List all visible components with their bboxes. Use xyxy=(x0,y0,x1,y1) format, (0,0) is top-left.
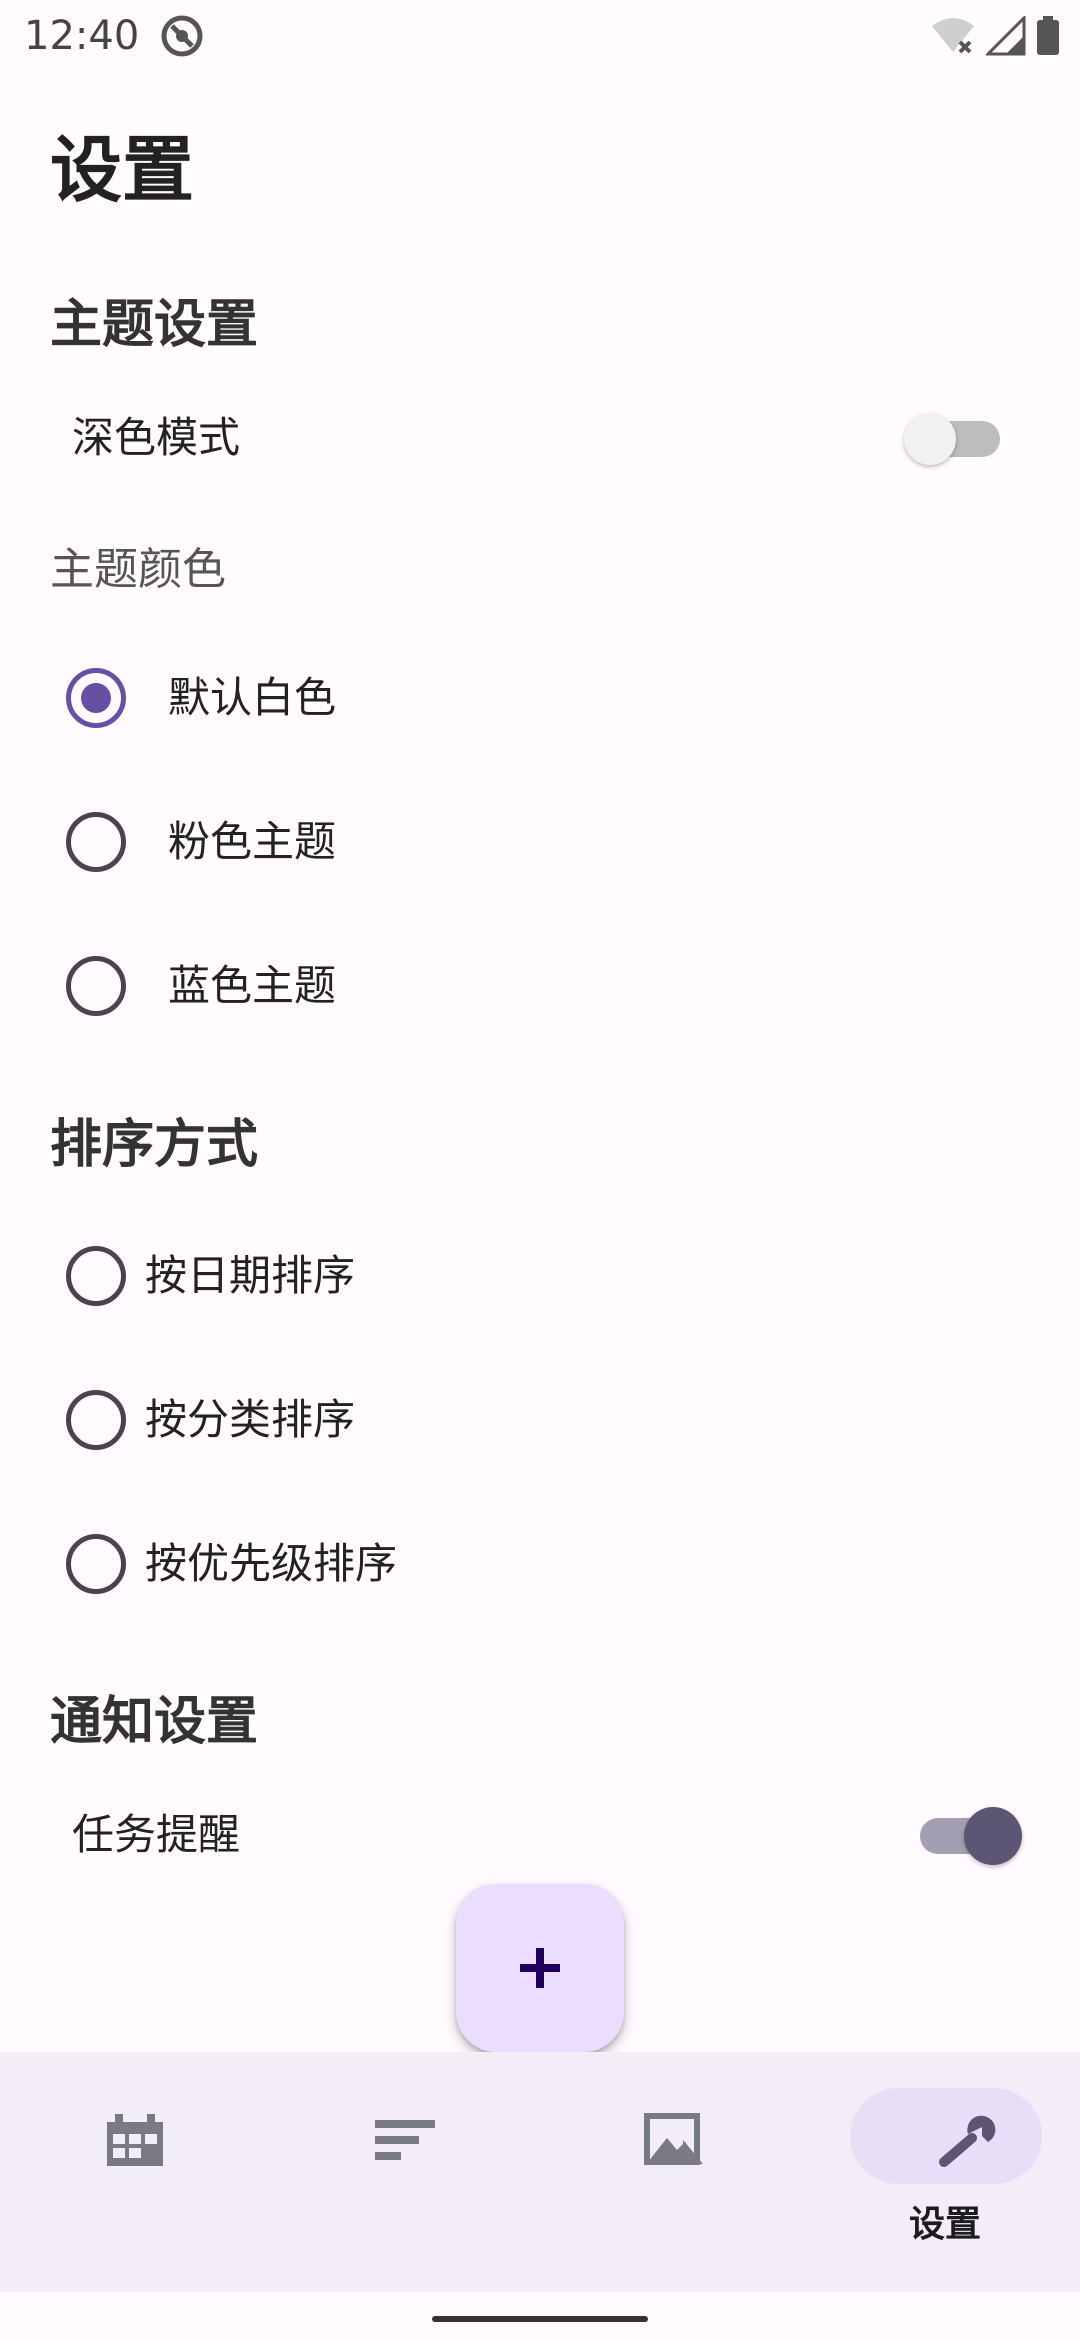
calendar-icon xyxy=(107,2114,163,2166)
nav-item-sort[interactable] xyxy=(270,2052,540,2292)
radio-label: 粉色主题 xyxy=(168,817,337,866)
theme-option-blue[interactable]: 蓝色主题 xyxy=(0,931,1080,1041)
image-icon xyxy=(644,2113,703,2165)
theme-color-label: 主题颜色 xyxy=(50,544,226,595)
add-task-button[interactable] xyxy=(456,1884,624,2052)
radio-button[interactable] xyxy=(66,1390,126,1450)
status-icons xyxy=(930,14,1060,58)
dark-mode-row[interactable]: 深色模式 xyxy=(0,393,1080,483)
task-reminder-label: 任务提醒 xyxy=(72,1810,241,1859)
sort-option-date[interactable]: 按日期排序 xyxy=(0,1221,1080,1331)
sort-option-priority[interactable]: 按优先级排序 xyxy=(0,1509,1080,1619)
switch-thumb xyxy=(964,1807,1022,1865)
task-reminder-row[interactable]: 任务提醒 xyxy=(0,1790,1080,1880)
radio-label: 蓝色主题 xyxy=(168,961,337,1010)
radio-button[interactable] xyxy=(66,1534,126,1594)
dark-mode-switch[interactable] xyxy=(904,413,1008,465)
signal-icon xyxy=(986,16,1026,56)
theme-option-default-white[interactable]: 默认白色 xyxy=(0,643,1080,753)
dark-mode-label: 深色模式 xyxy=(72,413,241,462)
theme-option-pink[interactable]: 粉色主题 xyxy=(0,787,1080,897)
bottom-navigation: 设置 xyxy=(0,2052,1080,2292)
switch-thumb xyxy=(904,413,956,465)
nav-item-settings[interactable]: 设置 xyxy=(810,2052,1080,2292)
nav-icon-wrap xyxy=(615,2088,735,2188)
wifi-off-icon xyxy=(932,18,974,54)
status-bar: 12:40 xyxy=(0,0,1080,72)
status-time: 12:40 xyxy=(24,13,140,59)
sort-settings-heading: 排序方式 xyxy=(50,1115,259,1175)
sort-option-category[interactable]: 按分类排序 xyxy=(0,1365,1080,1475)
page-title: 设置 xyxy=(50,128,195,212)
radio-label: 按分类排序 xyxy=(145,1395,356,1444)
gesture-navigation-bar[interactable] xyxy=(432,2316,648,2322)
nav-icon-wrap xyxy=(345,2088,465,2188)
sort-icon xyxy=(375,2120,435,2160)
radio-button[interactable] xyxy=(66,1246,126,1306)
wrench-icon xyxy=(939,2115,996,2167)
nav-item-calendar[interactable] xyxy=(0,2052,270,2292)
radio-button[interactable] xyxy=(66,812,126,872)
radio-label: 按优先级排序 xyxy=(145,1539,398,1588)
theme-settings-heading: 主题设置 xyxy=(50,295,259,355)
radio-button[interactable] xyxy=(66,956,126,1016)
task-reminder-switch[interactable] xyxy=(912,1807,1022,1865)
radio-label: 默认白色 xyxy=(168,673,337,722)
nav-icon-wrap xyxy=(910,2088,1030,2188)
notification-settings-heading: 通知设置 xyxy=(50,1692,259,1752)
radio-label: 按日期排序 xyxy=(145,1251,356,1300)
nav-item-gallery[interactable] xyxy=(540,2052,810,2292)
nav-icon-wrap xyxy=(75,2088,195,2188)
battery-icon xyxy=(1037,16,1059,55)
plus-icon xyxy=(520,1948,560,1988)
radio-button-checked[interactable] xyxy=(66,668,126,728)
app-notification-icon xyxy=(161,15,203,57)
nav-label-settings: 设置 xyxy=(908,2204,981,2245)
